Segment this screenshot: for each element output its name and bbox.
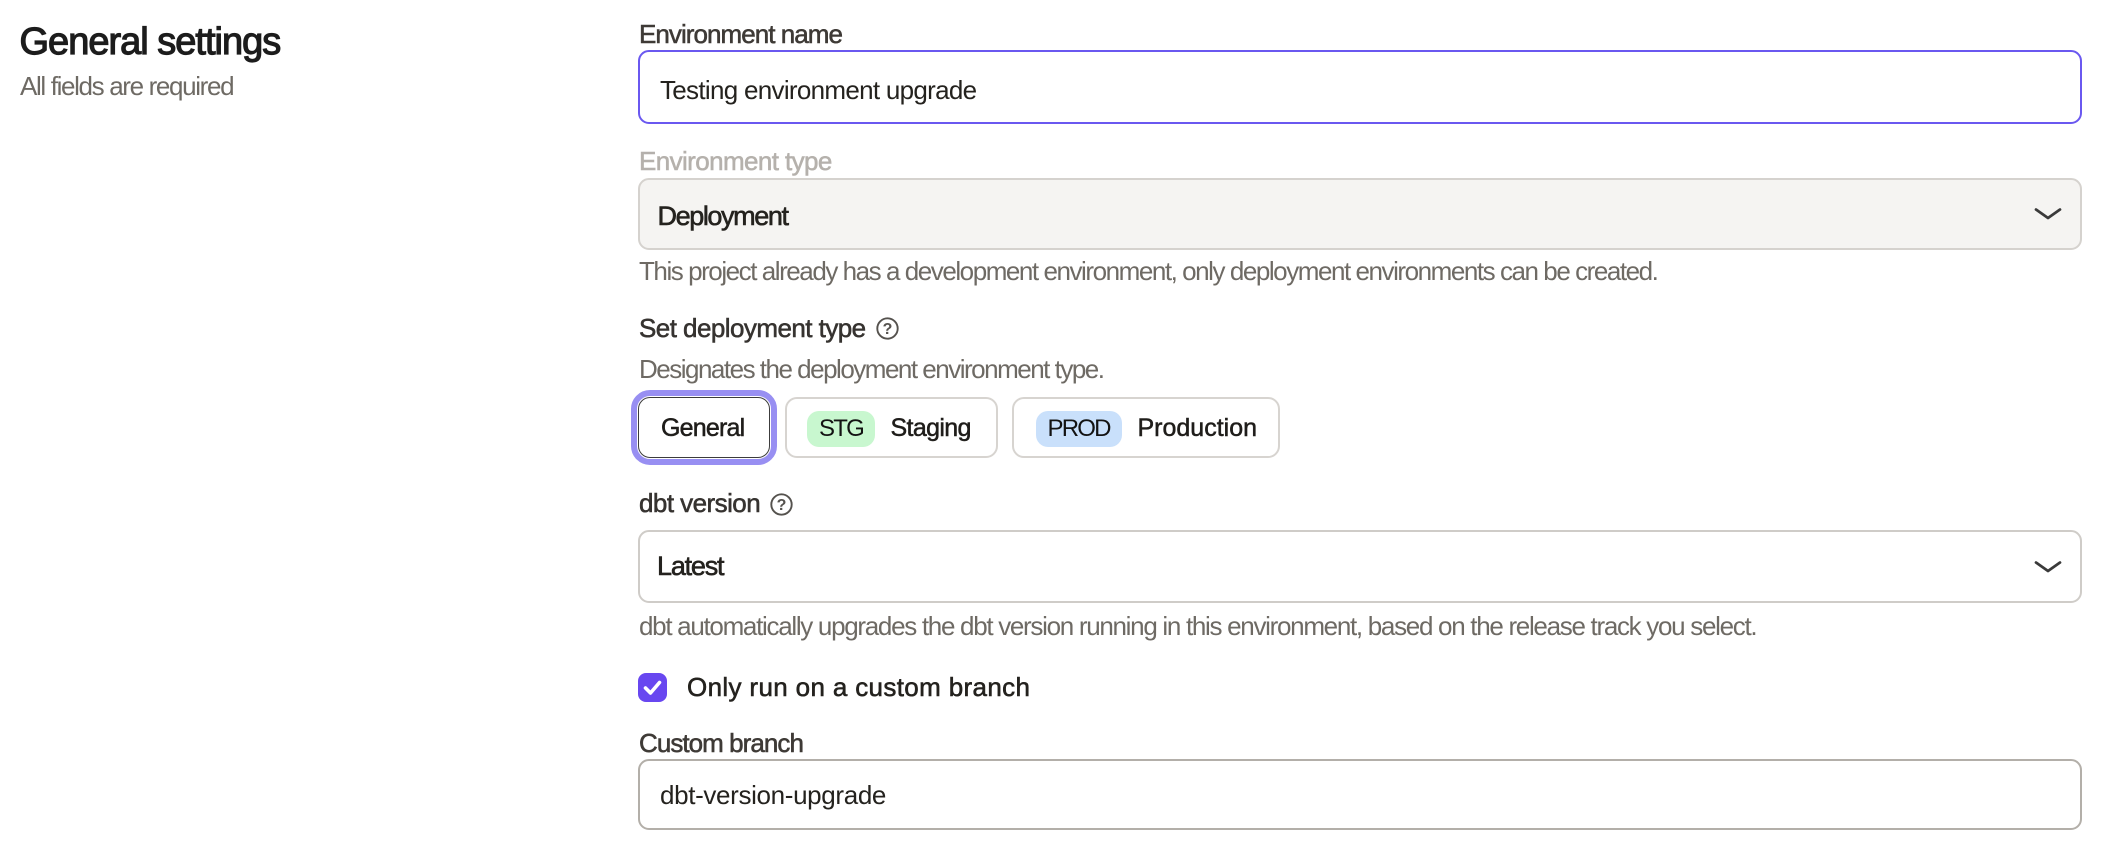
svg-text:?: ? <box>883 321 893 338</box>
svg-text:?: ? <box>777 496 787 513</box>
